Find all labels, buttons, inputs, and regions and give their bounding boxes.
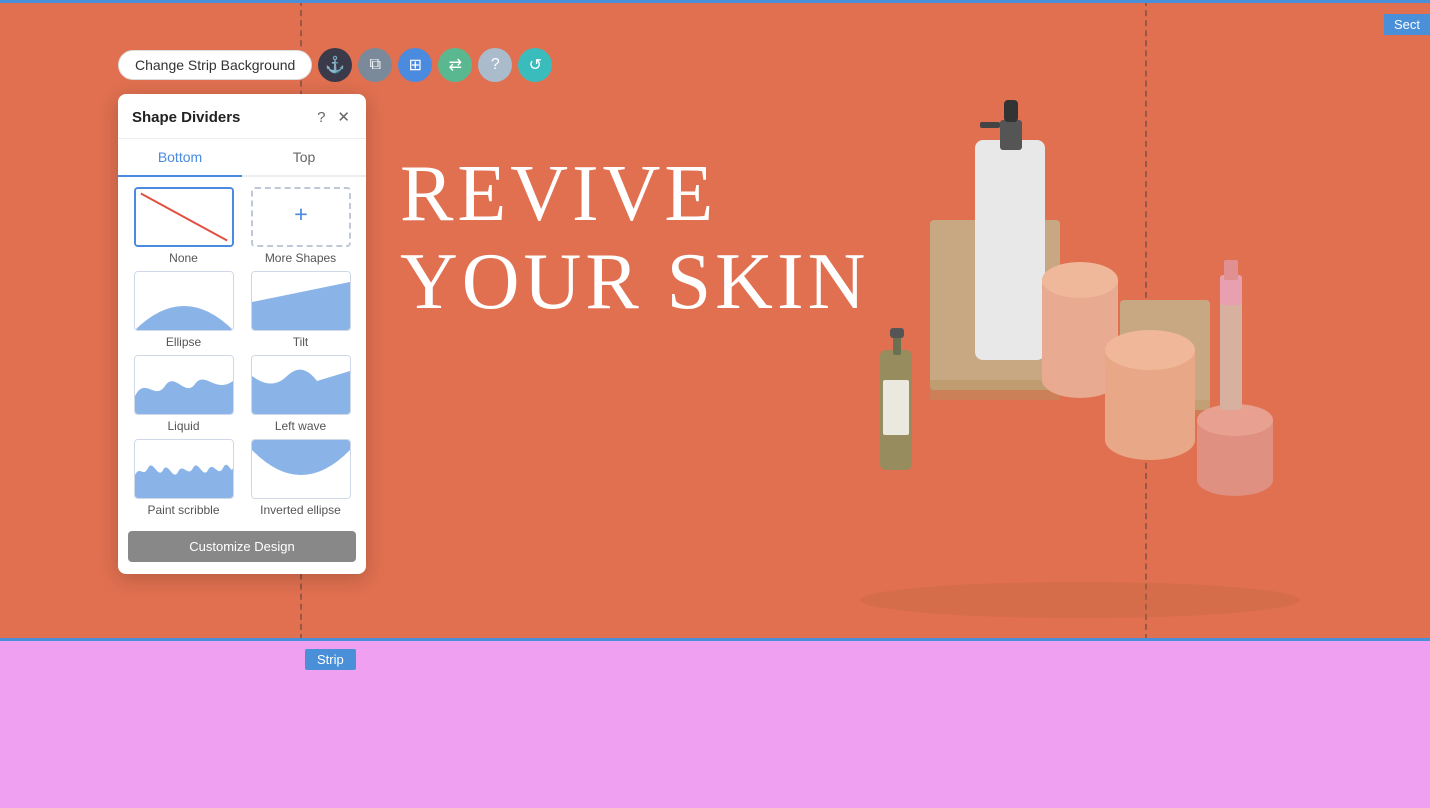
shape-label-none: None: [169, 251, 198, 265]
shape-item-tilt[interactable]: Tilt: [245, 271, 356, 349]
hero-bottom-border: [0, 638, 1430, 641]
shape-preview-tilt: [251, 271, 351, 331]
anchor-button[interactable]: ⚓: [318, 48, 352, 82]
help-button[interactable]: ?: [478, 48, 512, 82]
shape-item-more[interactable]: + More Shapes: [245, 187, 356, 265]
shape-item-invertedellipse[interactable]: Inverted ellipse: [245, 439, 356, 517]
shape-item-leftwave[interactable]: Left wave: [245, 355, 356, 433]
shape-label-leftwave: Left wave: [275, 419, 326, 433]
shape-label-paintscribble: Paint scribble: [147, 503, 219, 517]
shape-item-liquid[interactable]: Liquid: [128, 355, 239, 433]
top-border: [0, 0, 1430, 3]
panel-header: Shape Dividers ? ✕: [118, 94, 366, 139]
shape-item-none[interactable]: None: [128, 187, 239, 265]
shape-preview-none: [134, 187, 234, 247]
svg-text:+: +: [294, 201, 308, 227]
shape-label-more: More Shapes: [265, 251, 336, 265]
panel-header-icons: ? ✕: [315, 106, 352, 128]
shape-preview-more: +: [251, 187, 351, 247]
refresh-button[interactable]: ↺: [518, 48, 552, 82]
change-background-button[interactable]: Change Strip Background: [118, 50, 312, 80]
shape-item-paintscribble[interactable]: Paint scribble: [128, 439, 239, 517]
canvas-area: Sect REVIVE YOUR SKIN: [0, 0, 1430, 808]
shape-preview-invertedellipse: [251, 439, 351, 499]
pink-section: [0, 640, 1430, 808]
shape-grid: None + More Shapes: [118, 177, 366, 527]
panel-help-button[interactable]: ?: [315, 107, 327, 128]
panel-close-button[interactable]: ✕: [335, 106, 352, 128]
tab-top[interactable]: Top: [242, 139, 366, 175]
shape-label-liquid: Liquid: [167, 419, 199, 433]
swap-button[interactable]: ⇄: [438, 48, 472, 82]
strip-label: Strip: [305, 649, 356, 670]
product-area: [780, 80, 1330, 620]
copy-button[interactable]: ⧉: [358, 48, 392, 82]
panel-tabs: Bottom Top: [118, 139, 366, 177]
shape-preview-ellipse: [134, 271, 234, 331]
shape-dividers-panel: Shape Dividers ? ✕ Bottom Top None: [118, 94, 366, 574]
shape-preview-liquid: [134, 355, 234, 415]
shape-label-ellipse: Ellipse: [166, 335, 201, 349]
toolbar: Change Strip Background ⚓ ⧉ ⊞ ⇄ ? ↺: [118, 48, 552, 82]
shape-item-ellipse[interactable]: Ellipse: [128, 271, 239, 349]
customize-design-button[interactable]: Customize Design: [128, 531, 356, 562]
crop-button[interactable]: ⊞: [398, 48, 432, 82]
shape-preview-paintscribble: [134, 439, 234, 499]
panel-title: Shape Dividers: [132, 109, 240, 126]
shape-preview-leftwave: [251, 355, 351, 415]
sect-label: Sect: [1384, 14, 1430, 35]
shape-label-invertedellipse: Inverted ellipse: [260, 503, 341, 517]
shape-label-tilt: Tilt: [293, 335, 309, 349]
tab-bottom[interactable]: Bottom: [118, 139, 242, 177]
